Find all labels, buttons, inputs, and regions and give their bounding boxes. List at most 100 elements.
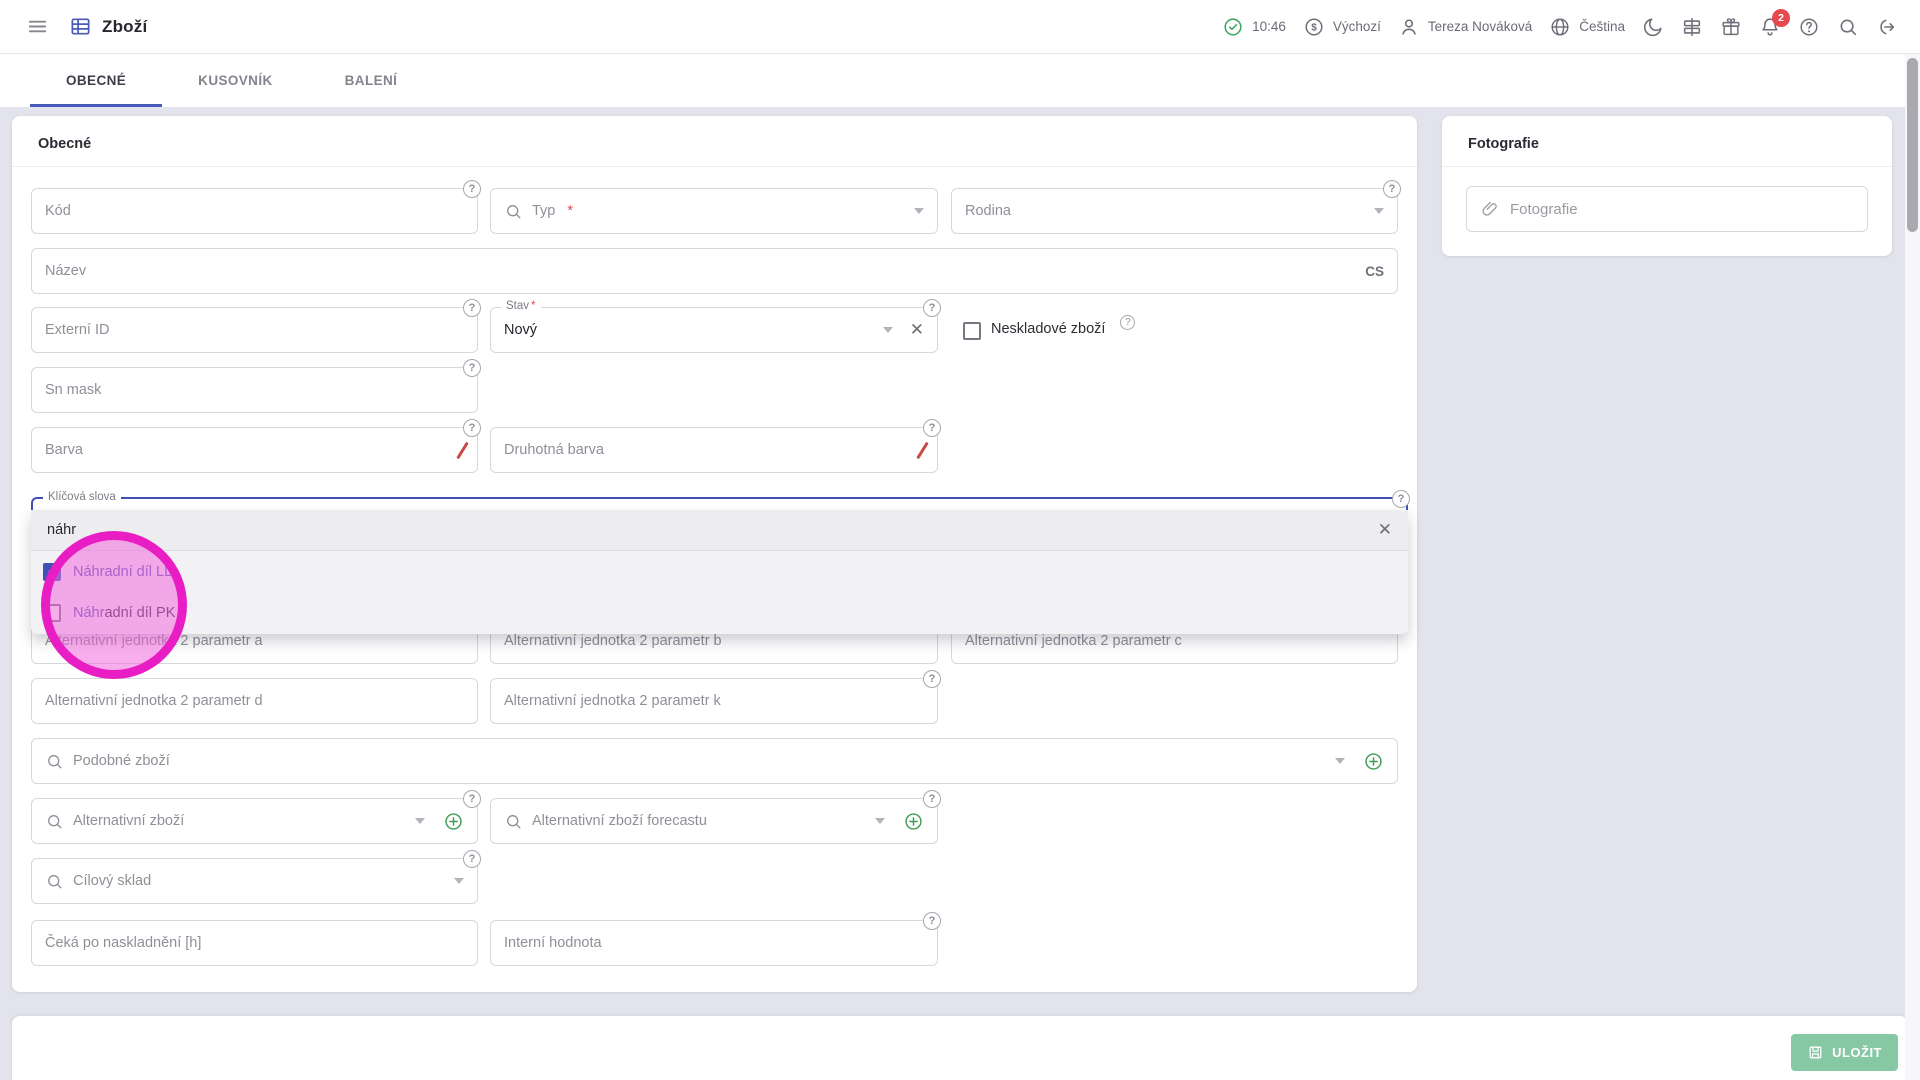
chevron-down-icon[interactable] [875, 818, 885, 824]
clock-time: 10:46 [1252, 19, 1286, 34]
dropdown-clear-icon[interactable] [1378, 520, 1392, 540]
search-icon[interactable] [1837, 16, 1859, 38]
alt-zbozi-help-icon[interactable] [463, 790, 481, 808]
rodina-help-icon[interactable] [1383, 180, 1401, 198]
gift-icon[interactable] [1720, 16, 1742, 38]
help-icon[interactable] [1798, 16, 1820, 38]
alt2k-field[interactable]: Alternativní jednotka 2 parametr k [490, 678, 938, 724]
stav-value: Nový [504, 322, 537, 338]
druhotna-barva-field[interactable]: Druhotná barva [490, 427, 938, 473]
nazev-field[interactable]: Název CS [31, 248, 1398, 294]
typ-field[interactable]: Typ * [490, 188, 938, 234]
ceka-field[interactable]: Čeká po naskladnění [h] [31, 920, 478, 966]
bottom-section-card [12, 1016, 1908, 1080]
magnifier-icon [504, 812, 523, 831]
stav-field[interactable]: Stav * Nový [490, 307, 938, 353]
neskladove-help-icon[interactable] [1120, 315, 1135, 330]
notifications-bell-icon[interactable]: 2 [1759, 16, 1781, 38]
option-match-text: Náhr [73, 605, 104, 621]
signpost-icon[interactable] [1681, 16, 1703, 38]
top-app-bar: Zboží 10:46 Výchozí Tereza Nováková Češt… [0, 0, 1920, 54]
clear-icon[interactable] [910, 320, 924, 340]
photo-upload-field[interactable]: Fotografie [1466, 186, 1868, 232]
alt2d-field[interactable]: Alternativní jednotka 2 parametr d [31, 678, 478, 724]
photos-card: Fotografie Fotografie [1442, 116, 1892, 256]
menu-icon[interactable] [26, 15, 49, 38]
podobne-zbozi-field[interactable]: Podobné zboží [31, 738, 1398, 784]
tab-baleni[interactable]: BALENÍ [309, 54, 434, 107]
dropdown-option-nahradni-dil-pk[interactable]: Náhradní díl PK [31, 592, 1408, 633]
alt2k-help-icon[interactable] [923, 670, 941, 688]
alt2k-label: Alternativní jednotka 2 parametr k [504, 693, 721, 709]
chevron-down-icon[interactable] [914, 208, 924, 214]
sn-mask-help-icon[interactable] [463, 359, 481, 377]
add-plus-icon[interactable] [1363, 751, 1384, 772]
cilovy-sklad-help-icon[interactable] [463, 850, 481, 868]
add-plus-icon[interactable] [903, 811, 924, 832]
alt-zbozi-field[interactable]: Alternativní zboží [31, 798, 478, 844]
currency-icon [1303, 16, 1325, 38]
language-selector[interactable]: Čeština [1549, 16, 1625, 38]
magnifier-icon [45, 752, 64, 771]
divider [12, 166, 1417, 167]
checkbox[interactable] [43, 604, 61, 622]
stav-help-icon[interactable] [923, 299, 941, 317]
required-asterisk: * [531, 300, 535, 312]
save-button[interactable]: ULOŽIT [1791, 1034, 1898, 1071]
paperclip-icon [1480, 199, 1500, 219]
user-icon [1398, 16, 1420, 38]
chevron-down-icon[interactable] [1374, 208, 1384, 214]
externi-id-field[interactable]: Externí ID [31, 307, 478, 353]
color-slash-icon [916, 441, 929, 459]
dropdown-option-nahradni-dil-ld[interactable]: Náhradní díl LD [31, 551, 1408, 592]
check-circle-icon [1222, 16, 1244, 38]
vertical-scrollbar[interactable] [1905, 54, 1920, 1080]
dropdown-search-row[interactable]: náhr [31, 510, 1408, 551]
stav-label: Stav [506, 300, 529, 312]
logout-icon[interactable] [1876, 16, 1898, 38]
sn-mask-field[interactable]: Sn mask [31, 367, 478, 413]
language-tag: CS [1365, 264, 1384, 279]
dark-mode-icon[interactable] [1642, 16, 1664, 38]
cilovy-sklad-field[interactable]: Cílový sklad [31, 858, 478, 904]
barva-help-icon[interactable] [463, 419, 481, 437]
chevron-down-icon[interactable] [1335, 758, 1345, 764]
tab-obecne[interactable]: OBECNÉ [30, 54, 162, 107]
barva-label: Barva [45, 442, 83, 458]
chevron-down-icon[interactable] [454, 878, 464, 884]
druhotna-barva-help-icon[interactable] [923, 419, 941, 437]
chevron-down-icon[interactable] [415, 818, 425, 824]
color-slash-icon [456, 441, 469, 459]
neskladove-checkbox-row[interactable]: Neskladové zboží [963, 321, 1135, 340]
klicova-help-icon[interactable] [1392, 490, 1410, 508]
pricelist-selector[interactable]: Výchozí [1303, 16, 1381, 38]
kod-field[interactable]: Kód [31, 188, 478, 234]
checkbox-checked[interactable] [43, 563, 61, 581]
option-rest-text: adní díl LD [104, 564, 174, 580]
tab-kusovnik[interactable]: KUSOVNÍK [162, 54, 308, 107]
scrollbar-thumb[interactable] [1907, 58, 1918, 232]
kod-help-icon[interactable] [463, 180, 481, 198]
stav-floating-label: Stav * [501, 300, 541, 312]
externi-id-help-icon[interactable] [463, 299, 481, 317]
add-plus-icon[interactable] [443, 811, 464, 832]
checkbox[interactable] [963, 322, 981, 340]
save-button-label: ULOŽIT [1832, 1045, 1882, 1060]
rodina-field[interactable]: Rodina [951, 188, 1398, 234]
podobne-label: Podobné zboží [73, 753, 170, 769]
alt-forecast-help-icon[interactable] [923, 790, 941, 808]
interni-hodnota-field[interactable]: Interní hodnota [490, 920, 938, 966]
user-menu[interactable]: Tereza Nováková [1398, 16, 1532, 38]
barva-field[interactable]: Barva [31, 427, 478, 473]
interni-hodnota-help-icon[interactable] [923, 912, 941, 930]
notification-badge: 2 [1772, 9, 1790, 27]
language-label: Čeština [1579, 19, 1625, 34]
photos-title: Fotografie [1442, 116, 1892, 166]
alt-forecast-field[interactable]: Alternativní zboží forecastu [490, 798, 938, 844]
chevron-down-icon[interactable] [883, 327, 893, 333]
neskladove-label: Neskladové zboží [991, 321, 1105, 337]
keywords-dropdown-panel: náhr Náhradní díl LD Náhradní díl PK [31, 510, 1408, 634]
tab-bar: OBECNÉ KUSOVNÍK BALENÍ [0, 54, 1920, 107]
alt2a-label: Alternativní jednotka 2 parametr a [45, 633, 263, 649]
klicova-floating-label: Klíčová slova [43, 491, 121, 503]
